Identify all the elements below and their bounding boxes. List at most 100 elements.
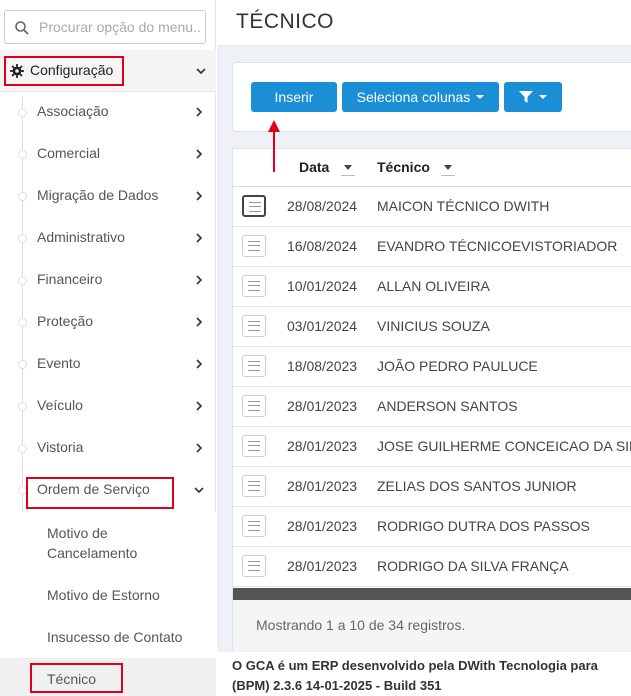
- menu-lines-icon: [248, 481, 260, 491]
- sidebar-item-associacao[interactable]: Associação: [0, 91, 216, 133]
- main-content: TÉCNICO Inserir Seleciona colunas Data T…: [217, 0, 631, 696]
- filter-button[interactable]: [504, 82, 562, 112]
- row-date: 16/08/2024: [287, 238, 358, 254]
- sidebar-item-label: Comercial: [37, 145, 101, 161]
- sidebar-item-veiculo[interactable]: Veículo: [0, 385, 216, 427]
- annotation-arrow-line: [273, 130, 275, 172]
- sidebar-item-vistoria[interactable]: Vistoria: [0, 427, 216, 469]
- page-header: TÉCNICO: [217, 0, 631, 46]
- row-date: 28/01/2023: [287, 558, 358, 574]
- menu-lines-icon: [248, 561, 260, 571]
- sidebar-item-comercial[interactable]: Comercial: [0, 133, 216, 175]
- menu-search[interactable]: [4, 10, 206, 44]
- submenu-item-motivo-cancelamento[interactable]: Motivo de Cancelamento: [47, 523, 187, 563]
- row-name: VINICIUS SOUZA: [377, 318, 490, 334]
- menu-lines-icon: [248, 281, 260, 291]
- sidebar-item-administrativo[interactable]: Administrativo: [0, 217, 216, 259]
- menu-lines-icon: [248, 401, 260, 411]
- table-row[interactable]: 10/01/2024 ALLAN OLIVEIRA: [233, 267, 631, 307]
- toolbar-panel: Inserir Seleciona colunas: [232, 62, 631, 132]
- highlight-box: [26, 477, 174, 509]
- table-row[interactable]: 28/01/2023 RODRIGO DA SILVA FRANÇA: [233, 547, 631, 587]
- search-input[interactable]: [39, 16, 201, 38]
- select-columns-label: Seleciona colunas: [356, 89, 471, 105]
- menu-lines-icon: [249, 202, 261, 212]
- row-menu-button[interactable]: [242, 315, 266, 337]
- tree-node: [18, 318, 27, 327]
- column-header-data[interactable]: Data: [299, 159, 329, 175]
- chevron-down-icon: [194, 487, 204, 494]
- tree-node: [18, 402, 27, 411]
- column-header-tecnico[interactable]: Técnico: [377, 159, 430, 175]
- row-date: 28/01/2023: [287, 438, 358, 454]
- chevron-right-icon: [196, 317, 203, 327]
- sidebar-item-evento[interactable]: Evento: [0, 343, 216, 385]
- table-row[interactable]: 16/08/2024 EVANDRO TÉCNICOEVISTORIADOR: [233, 227, 631, 267]
- filter-icon: [519, 91, 533, 103]
- data-table: Data Técnico 28/08/2024 MAICON TÉCNICO D…: [232, 148, 631, 650]
- sidebar-item-financeiro[interactable]: Financeiro: [0, 259, 216, 301]
- row-name: MAICON TÉCNICO DWITH: [377, 198, 550, 214]
- submenu-item-insucesso-contato[interactable]: Insucesso de Contato: [47, 627, 182, 647]
- sidebar-item-protecao[interactable]: Proteção: [0, 301, 216, 343]
- menu-section-configuracao[interactable]: Configuração: [0, 50, 216, 92]
- sidebar-item-label: Vistoria: [37, 439, 84, 455]
- row-date: 03/01/2024: [287, 318, 358, 334]
- row-menu-button[interactable]: [242, 395, 266, 417]
- select-columns-button[interactable]: Seleciona colunas: [342, 82, 499, 112]
- sort-icon[interactable]: [441, 158, 455, 176]
- menu-lines-icon: [248, 241, 260, 251]
- menu-lines-icon: [248, 321, 260, 331]
- row-name: EVANDRO TÉCNICOEVISTORIADOR: [377, 238, 618, 254]
- page-footer: O GCA é um ERP desenvolvido pela DWith T…: [232, 656, 631, 696]
- horizontal-scrollbar[interactable]: [233, 588, 631, 600]
- row-menu-button[interactable]: [242, 435, 266, 457]
- table-row[interactable]: 28/01/2023 RODRIGO DUTRA DOS PASSOS: [233, 507, 631, 547]
- row-menu-button[interactable]: [242, 195, 266, 217]
- row-menu-button[interactable]: [242, 515, 266, 537]
- row-name: JOÃO PEDRO PAULUCE: [377, 358, 538, 374]
- tree-node: [18, 150, 27, 159]
- table-row[interactable]: 18/08/2023 JOÃO PEDRO PAULUCE: [233, 347, 631, 387]
- insert-button[interactable]: Inserir: [251, 82, 337, 112]
- table-row[interactable]: 28/01/2023 JOSE GUILHERME CONCEICAO DA S…: [233, 427, 631, 467]
- sidebar-item-migracao[interactable]: Migração de Dados: [0, 175, 216, 217]
- chevron-right-icon: [196, 275, 203, 285]
- caret-down-icon: [539, 95, 547, 99]
- chevron-right-icon: [196, 107, 203, 117]
- table-row[interactable]: 03/01/2024 VINICIUS SOUZA: [233, 307, 631, 347]
- insert-button-label: Inserir: [274, 89, 314, 105]
- menu-lines-icon: [248, 361, 260, 371]
- footer-line-1: O GCA é um ERP desenvolvido pela DWith T…: [232, 658, 598, 673]
- sort-icon[interactable]: [341, 158, 355, 176]
- sidebar-item-label: Proteção: [37, 313, 94, 329]
- row-menu-button[interactable]: [242, 275, 266, 297]
- row-name: ZELIAS DOS SANTOS JUNIOR: [377, 478, 577, 494]
- row-menu-button[interactable]: [242, 235, 266, 257]
- row-name: RODRIGO DUTRA DOS PASSOS: [377, 518, 590, 534]
- table-header: Data Técnico: [233, 149, 631, 187]
- tree-node: [18, 276, 27, 285]
- row-menu-button[interactable]: [242, 555, 266, 577]
- footer-line-2: (BPM) 2.3.6 14-01-2025 - Build 351: [232, 678, 442, 693]
- row-date: 28/08/2024: [287, 198, 358, 214]
- row-date: 28/01/2023: [287, 478, 358, 494]
- table-row[interactable]: 28/01/2023 ZELIAS DOS SANTOS JUNIOR: [233, 467, 631, 507]
- gear-icon: [10, 64, 24, 78]
- caret-down-icon: [476, 95, 485, 99]
- row-date: 10/01/2024: [287, 278, 358, 294]
- tree-node: [18, 444, 27, 453]
- table-row[interactable]: 28/08/2024 MAICON TÉCNICO DWITH: [233, 187, 631, 227]
- row-menu-button[interactable]: [242, 475, 266, 497]
- chevron-right-icon: [196, 191, 203, 201]
- page-title: TÉCNICO: [236, 10, 334, 33]
- chevron-right-icon: [196, 149, 203, 159]
- table-info-bar: Mostrando 1 a 10 de 34 registros.: [233, 600, 631, 650]
- submenu-item-motivo-estorno[interactable]: Motivo de Estorno: [47, 585, 160, 605]
- row-date: 28/01/2023: [287, 398, 358, 414]
- sidebar-item-label: Veículo: [37, 397, 83, 413]
- tree-node: [18, 360, 27, 369]
- tree-node: [18, 108, 27, 117]
- row-menu-button[interactable]: [242, 355, 266, 377]
- table-row[interactable]: 28/01/2023 ANDERSON SANTOS: [233, 387, 631, 427]
